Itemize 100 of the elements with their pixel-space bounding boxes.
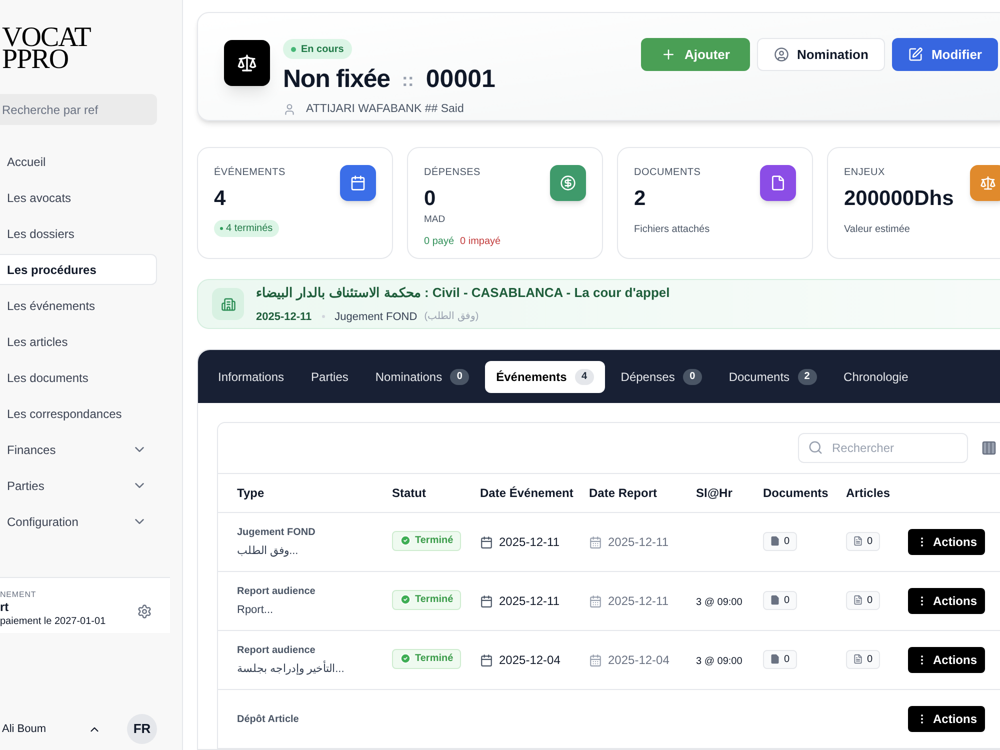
search-field[interactable]: Rechercher: [798, 433, 968, 463]
check-icon: [400, 535, 411, 546]
nav-item[interactable]: Accueil: [0, 146, 157, 177]
nav-item[interactable]: Les procédures: [0, 254, 157, 285]
user-icon: [774, 47, 789, 62]
currency: MAD: [424, 213, 446, 227]
document-icon: [770, 595, 780, 605]
actions-button[interactable]: Actions: [908, 529, 985, 555]
columns-icon[interactable]: [981, 440, 997, 456]
nav-item[interactable]: Les avocats: [0, 182, 157, 213]
article-count: 0: [846, 650, 880, 668]
tab[interactable]: Chronologie: [832, 360, 920, 392]
search-icon: [808, 440, 823, 455]
stat-value: 200000Dhs: [844, 186, 955, 212]
nav-item[interactable]: Les articles: [0, 326, 157, 357]
column-header: Articles: [846, 485, 892, 502]
tab[interactable]: Parties: [300, 360, 360, 392]
tab[interactable]: Documents 2: [718, 360, 828, 392]
tab[interactable]: Événements 4: [485, 360, 605, 392]
session-time: 3 @ 09:00: [696, 597, 742, 608]
client-name: ATTIJARI WAFABANK ## Said: [306, 102, 464, 117]
status-badge: Terminé: [392, 530, 462, 550]
event-type: Report audience: [237, 584, 316, 599]
stat-note: Fichiers attachés: [634, 223, 711, 237]
language-avatar[interactable]: FR: [127, 714, 157, 744]
event-description: التأخير وإدراجه بجلسة...: [237, 660, 346, 677]
edit-button[interactable]: Modifier: [892, 38, 998, 71]
user-name: Ali Boum: [2, 722, 48, 737]
nav-item[interactable]: Les correspondances: [0, 398, 157, 429]
unpaid-amount: 0 impayé: [460, 235, 501, 250]
actions-button[interactable]: Actions: [908, 588, 985, 614]
document-icon: [770, 654, 780, 664]
stat-value: 0: [424, 186, 437, 212]
event-date: 2025-12-11: [499, 593, 560, 610]
event-type: Report audience: [237, 644, 316, 658]
article-icon: [853, 595, 863, 605]
nav-item[interactable]: Parties: [0, 470, 157, 501]
column-header: Sl@Hr: [696, 485, 734, 502]
judgement-detail: (وفق الطلب): [424, 310, 479, 324]
report-date: 2025-12-11: [608, 593, 668, 610]
stat-label: DOCUMENTS: [634, 166, 702, 180]
document-count: 0: [763, 532, 797, 550]
article-count: 0: [846, 532, 880, 550]
building-icon: [212, 288, 244, 320]
tab-count: 0: [450, 368, 470, 384]
nav-item[interactable]: Les événements: [0, 290, 157, 321]
event-date: 2025-12-11: [499, 534, 560, 551]
tab[interactable]: Nominations 0: [364, 360, 480, 392]
person-icon: [283, 103, 296, 116]
column-header: Type: [237, 485, 266, 502]
calendar-icon: [589, 654, 602, 666]
event-description: وفق الطلب...: [237, 544, 300, 559]
logo-text: PPRO: [2, 49, 68, 71]
calendar-icon: [589, 594, 602, 608]
court-title: محكمة الاستئناف بالدار البيضاء : Civil - CASABLANCA - La cour d'appel: [256, 284, 670, 302]
status-badge: Terminé: [392, 590, 462, 610]
separator: ::: [402, 68, 414, 92]
status-badge: En cours: [283, 39, 352, 59]
stat-value: 4: [214, 186, 227, 212]
stat-label: ENJEUX: [844, 166, 886, 180]
column-header: Date Événement: [480, 485, 574, 502]
tab[interactable]: Dépenses 0: [610, 360, 713, 392]
plus-icon: [661, 47, 676, 62]
column-header: Documents: [763, 485, 830, 502]
tab-count: 4: [574, 368, 594, 384]
plan-name: rt: [0, 600, 9, 615]
calendar-icon: [589, 536, 602, 548]
document-icon: [770, 536, 780, 546]
court-date: 2025-12-11: [256, 310, 312, 324]
article-count: 0: [846, 590, 880, 610]
calendar-icon: [480, 594, 493, 608]
event-type: Dépôt Article: [237, 712, 300, 726]
nav-item[interactable]: Finances: [0, 434, 157, 465]
tab[interactable]: Informations: [207, 360, 296, 392]
calendar-icon: [480, 654, 493, 666]
document-count: 0: [763, 650, 797, 668]
search-field[interactable]: Recherche par ref: [0, 94, 157, 125]
logo-text: VOCAT: [2, 27, 92, 49]
procedure-number: 00001: [426, 64, 496, 96]
actions-button[interactable]: Actions: [908, 647, 985, 673]
session-time: 3 @ 09:00: [696, 656, 742, 667]
nomination-button[interactable]: Nomination: [756, 38, 886, 71]
report-date: 2025-12-04: [608, 652, 670, 669]
nav-item[interactable]: Configuration: [0, 506, 157, 537]
tab-count: 2: [798, 368, 817, 384]
status-badge: Terminé: [392, 648, 462, 668]
event-type: Jugement FOND: [237, 526, 316, 540]
scale-icon: [224, 40, 270, 86]
calendar-icon: [480, 536, 493, 548]
paid-amount: 0 payé: [424, 235, 454, 250]
stat-value: 2: [634, 186, 647, 212]
document-count: 0: [763, 590, 797, 610]
column-header: Date Report: [589, 485, 658, 502]
stat-note: Valeur estimée: [844, 223, 911, 237]
stat-label: ÉVÉNEMENTS: [214, 165, 286, 180]
nav-item[interactable]: Les documents: [0, 362, 157, 393]
edit-icon: [908, 47, 924, 62]
actions-button[interactable]: Actions: [908, 706, 985, 732]
settings-icon[interactable]: [137, 604, 152, 619]
nav-item[interactable]: Les dossiers: [0, 218, 157, 249]
